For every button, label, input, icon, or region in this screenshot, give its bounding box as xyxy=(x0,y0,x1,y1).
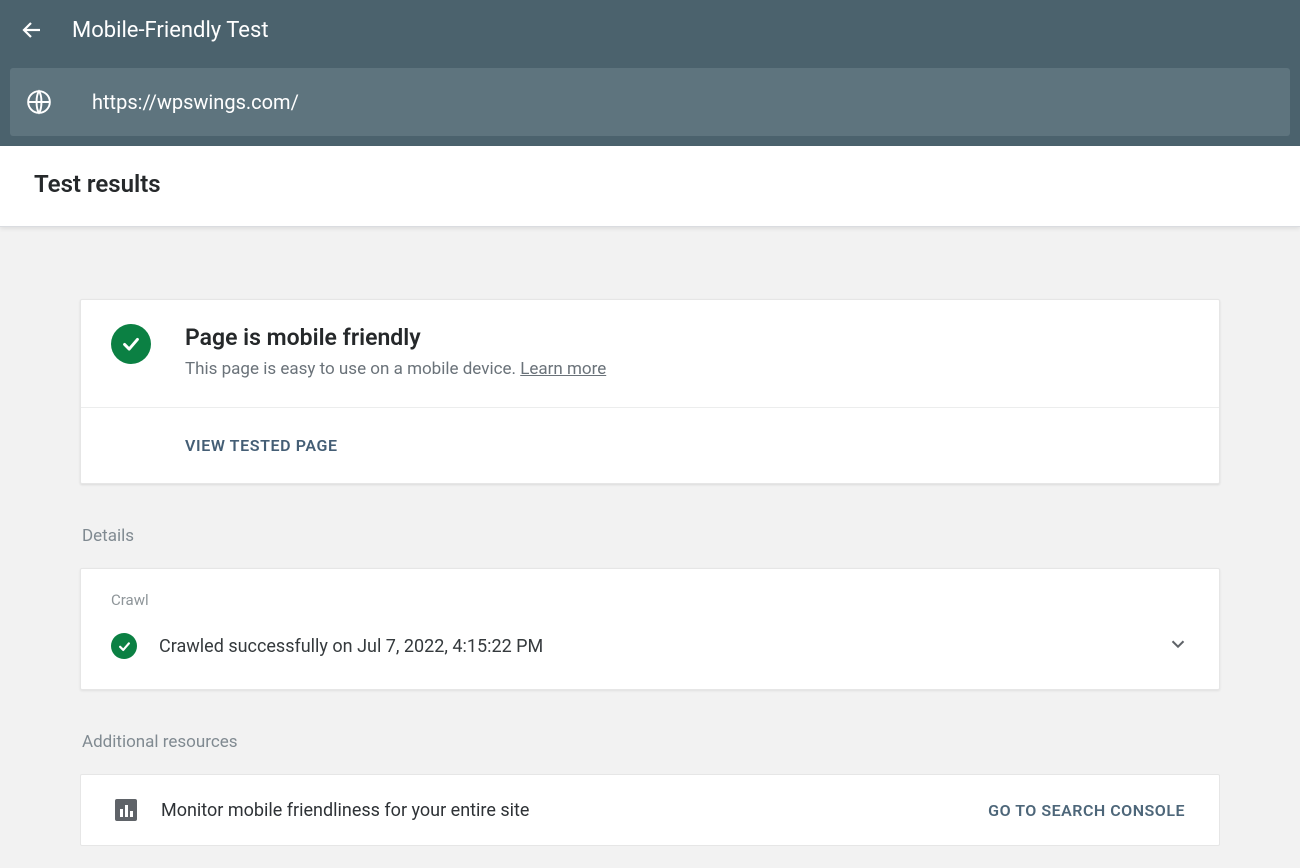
crawl-status-text: Crawled successfully on Jul 7, 2022, 4:1… xyxy=(159,636,1167,657)
details-section-label: Details xyxy=(82,526,1220,546)
check-circle-icon xyxy=(111,324,151,364)
result-actions: VIEW TESTED PAGE xyxy=(81,408,1219,483)
back-arrow-icon[interactable] xyxy=(12,10,52,50)
main-content: Page is mobile friendly This page is eas… xyxy=(80,227,1220,846)
header-bar: Mobile-Friendly Test xyxy=(0,0,1300,60)
app-header: Mobile-Friendly Test https://wpswings.co… xyxy=(0,0,1300,146)
tab-header: Test results xyxy=(0,146,1300,227)
resources-description: Monitor mobile friendliness for your ent… xyxy=(161,800,988,821)
chevron-down-icon[interactable] xyxy=(1167,633,1189,659)
result-card: Page is mobile friendly This page is eas… xyxy=(80,299,1220,484)
tab-title: Test results xyxy=(34,170,1270,198)
page-title: Mobile-Friendly Test xyxy=(72,18,269,43)
url-input-bar[interactable]: https://wpswings.com/ xyxy=(10,68,1290,136)
result-title: Page is mobile friendly xyxy=(185,324,606,351)
crawl-row[interactable]: Crawled successfully on Jul 7, 2022, 4:1… xyxy=(111,633,1189,659)
globe-icon xyxy=(26,89,52,115)
crawl-label: Crawl xyxy=(111,591,1189,609)
resources-section-label: Additional resources xyxy=(82,732,1220,752)
bar-chart-icon xyxy=(115,799,137,821)
check-circle-icon xyxy=(111,633,137,659)
go-to-search-console-button[interactable]: GO TO SEARCH CONSOLE xyxy=(988,801,1185,820)
result-summary: Page is mobile friendly This page is eas… xyxy=(81,300,1219,408)
learn-more-link[interactable]: Learn more xyxy=(520,359,606,379)
resources-card: Monitor mobile friendliness for your ent… xyxy=(80,774,1220,846)
view-tested-page-button[interactable]: VIEW TESTED PAGE xyxy=(185,436,338,455)
result-description: This page is easy to use on a mobile dev… xyxy=(185,359,606,379)
details-card: Crawl Crawled successfully on Jul 7, 202… xyxy=(80,568,1220,690)
tested-url: https://wpswings.com/ xyxy=(92,90,299,114)
